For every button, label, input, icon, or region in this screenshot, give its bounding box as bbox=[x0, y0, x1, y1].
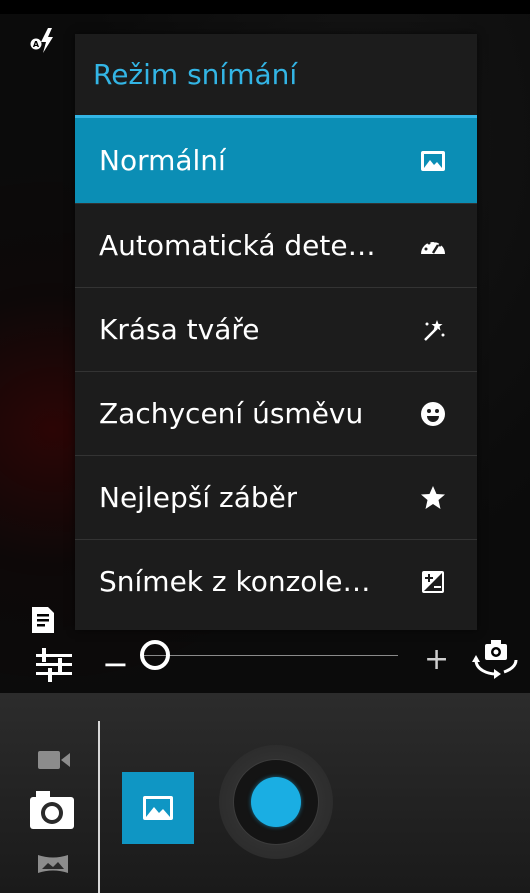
mode-item-label: Nejlepší záběr bbox=[99, 481, 298, 514]
switch-camera-icon[interactable] bbox=[470, 636, 522, 680]
star-icon bbox=[421, 485, 445, 509]
speedometer-icon bbox=[421, 239, 445, 254]
mode-item-label: Automatická dete… bbox=[99, 229, 376, 262]
flash-auto-icon[interactable]: A bbox=[26, 26, 66, 66]
camera-icon[interactable] bbox=[28, 789, 76, 831]
landscape-icon bbox=[421, 150, 445, 171]
panorama-icon[interactable] bbox=[36, 851, 70, 877]
magic-wand-icon bbox=[424, 319, 445, 341]
mode-item-best-shot[interactable]: Nejlepší záběr bbox=[75, 455, 477, 539]
mode-item-label: Normální bbox=[99, 144, 226, 177]
camera-control-bar bbox=[0, 693, 530, 893]
mode-divider bbox=[98, 721, 100, 893]
zoom-slider-handle[interactable] bbox=[140, 640, 170, 670]
mode-item-bracketing[interactable]: Snímek z konzole… bbox=[75, 539, 477, 623]
popup-title: Režim snímání bbox=[75, 34, 477, 118]
svg-text:A: A bbox=[33, 40, 40, 49]
zoom-bar: − + bbox=[0, 636, 530, 692]
mode-item-face-beauty[interactable]: Krása tváře bbox=[75, 287, 477, 371]
mode-item-normal[interactable]: Normální bbox=[75, 118, 477, 203]
scene-mode-button[interactable] bbox=[122, 772, 194, 844]
exposure-icon bbox=[422, 570, 444, 593]
video-camera-icon[interactable] bbox=[36, 747, 72, 773]
zoom-slider-track[interactable] bbox=[140, 655, 398, 656]
settings-sliders-icon[interactable] bbox=[34, 646, 74, 684]
zoom-out-button[interactable]: − bbox=[102, 648, 129, 680]
smiley-icon bbox=[421, 401, 445, 426]
shutter-button[interactable] bbox=[251, 777, 301, 827]
shutter-control bbox=[219, 745, 333, 859]
sd-card-icon bbox=[32, 607, 54, 633]
zoom-in-button[interactable]: + bbox=[424, 644, 449, 676]
mode-item-label: Zachycení úsměvu bbox=[99, 397, 364, 430]
shooting-mode-list: Normální Automatická dete… Krása tváře Z… bbox=[75, 118, 477, 623]
status-strip bbox=[0, 0, 530, 14]
mode-item-label: Snímek z konzole… bbox=[99, 565, 371, 598]
mode-item-auto-detect[interactable]: Automatická dete… bbox=[75, 203, 477, 287]
mode-item-smile-capture[interactable]: Zachycení úsměvu bbox=[75, 371, 477, 455]
landscape-icon bbox=[143, 796, 173, 820]
mode-item-label: Krása tváře bbox=[99, 313, 260, 346]
shooting-mode-popup: Režim snímání Normální Automatická dete…… bbox=[75, 34, 477, 630]
